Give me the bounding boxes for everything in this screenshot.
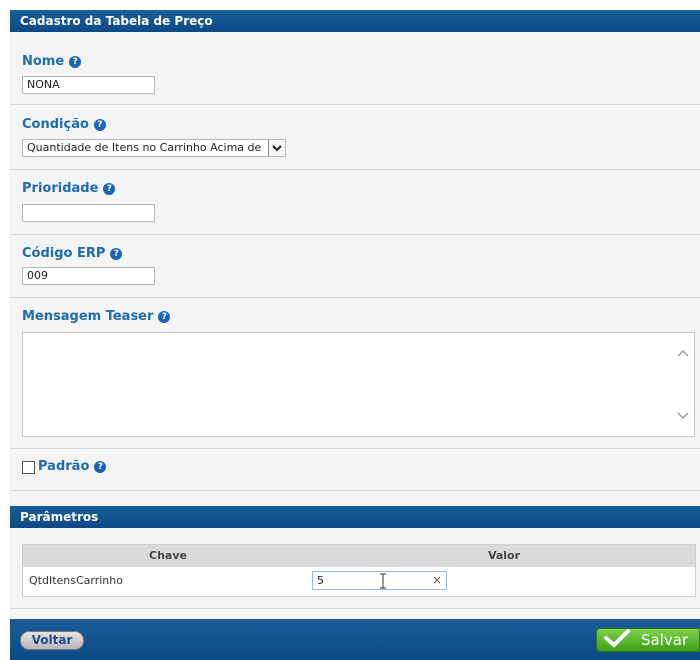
table-header-row: Chave Valor	[23, 545, 695, 567]
prioridade-label: Prioridade	[22, 181, 99, 196]
padrao-label: Padrão	[38, 459, 90, 474]
help-icon[interactable]: ?	[103, 182, 116, 195]
help-icon[interactable]: ?	[110, 247, 123, 260]
mensagem-teaser-textarea[interactable]	[22, 332, 695, 437]
prioridade-label-row: Prioridade ?	[22, 181, 116, 196]
form-footer: Voltar Salvar	[10, 619, 700, 660]
chave-cell: QtdItensCarrinho	[29, 574, 123, 587]
condicao-selected-value: Quantidade de Itens no Carrinho Acima de	[27, 141, 262, 154]
parametros-table: Chave Valor QtdItensCarrinho 5 ×	[22, 544, 696, 597]
valor-input[interactable]: 5 ×	[312, 571, 447, 590]
divider	[10, 169, 700, 170]
divider	[10, 104, 700, 105]
column-header-chave: Chave	[149, 549, 187, 562]
parametros-title: Parâmetros	[20, 510, 99, 524]
chevron-down-icon[interactable]	[268, 140, 285, 156]
parametros-header: Parâmetros	[10, 506, 700, 528]
condicao-label-row: Condição ?	[22, 117, 106, 132]
divider	[10, 448, 700, 449]
back-button[interactable]: Voltar	[20, 631, 84, 650]
codigo-erp-label-row: Código ERP ?	[22, 246, 123, 261]
table-row: QtdItensCarrinho 5 ×	[23, 567, 695, 595]
help-icon[interactable]: ?	[94, 460, 107, 473]
mensagem-teaser-label-row: Mensagem Teaser ?	[22, 309, 171, 324]
help-icon[interactable]: ?	[69, 55, 82, 68]
divider	[10, 297, 700, 298]
condicao-select[interactable]: Quantidade de Itens no Carrinho Acima de	[22, 139, 286, 157]
save-label: Salvar	[641, 631, 689, 649]
price-table-form: Cadastro da Tabela de Preço Nome ? NONA …	[10, 10, 700, 660]
nome-label-row: Nome ?	[22, 54, 82, 69]
nome-label: Nome	[22, 54, 65, 69]
codigo-erp-label: Código ERP	[22, 246, 106, 261]
checkmark-icon	[603, 628, 631, 652]
padrao-checkbox[interactable]	[22, 461, 35, 474]
text-cursor-icon	[379, 573, 387, 589]
divider	[10, 608, 700, 609]
valor-value: 5	[317, 574, 324, 587]
form-title: Cadastro da Tabela de Preço	[20, 14, 213, 28]
scroll-up-icon[interactable]	[677, 346, 689, 358]
column-header-valor: Valor	[487, 549, 521, 562]
condicao-label: Condição	[22, 117, 89, 132]
help-icon[interactable]: ?	[158, 310, 171, 323]
prioridade-input[interactable]	[22, 204, 155, 222]
form-header: Cadastro da Tabela de Preço	[10, 10, 700, 32]
clear-icon[interactable]: ×	[432, 572, 442, 589]
divider	[10, 234, 700, 235]
divider	[10, 490, 700, 491]
padrao-label-row: Padrão ?	[38, 459, 107, 474]
save-button[interactable]: Salvar	[596, 628, 700, 652]
help-icon[interactable]: ?	[93, 118, 106, 131]
nome-input[interactable]: NONA	[22, 76, 155, 94]
mensagem-teaser-label: Mensagem Teaser	[22, 309, 154, 324]
scroll-down-icon[interactable]	[677, 409, 689, 421]
codigo-erp-input[interactable]: 009	[22, 267, 155, 285]
